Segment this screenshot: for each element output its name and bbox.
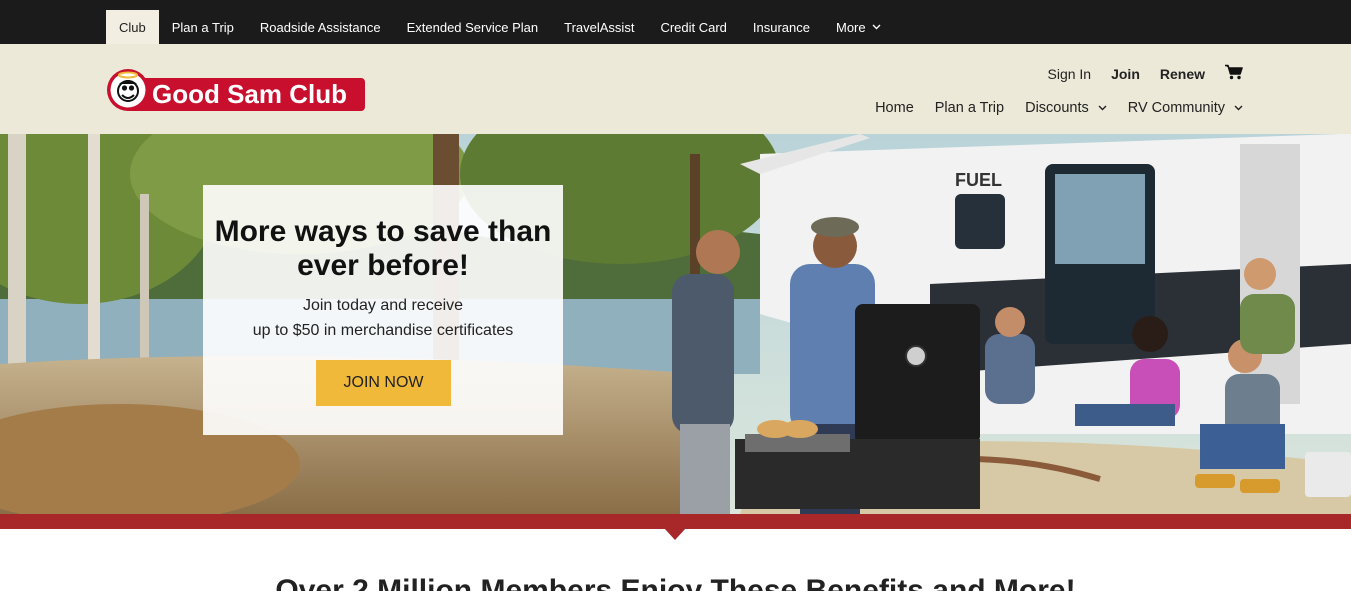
tab-label: More	[836, 19, 866, 35]
main-nav: Home Plan a Trip Discounts RV Community	[875, 100, 1243, 116]
join-link[interactable]: Join	[1111, 66, 1140, 82]
nav-home[interactable]: Home	[875, 100, 914, 116]
tab-credit-card[interactable]: Credit Card	[647, 10, 739, 44]
chevron-down-icon	[1234, 105, 1243, 111]
sign-in-link[interactable]: Sign In	[1048, 66, 1092, 82]
tab-roadside-assistance[interactable]: Roadside Assistance	[247, 10, 394, 44]
svg-text:FUEL: FUEL	[955, 170, 1002, 190]
hero-subtext: Join today and receive up to $50 in merc…	[203, 293, 563, 343]
hero-banner: FUEL More ways to save than ever before!…	[0, 134, 1351, 514]
tab-plan-a-trip[interactable]: Plan a Trip	[159, 10, 247, 44]
promo-card: More ways to save than ever before! Join…	[203, 185, 563, 435]
account-links: Sign In Join Renew	[1048, 64, 1244, 83]
accent-band	[0, 514, 1351, 529]
nav-discounts[interactable]: Discounts	[1025, 100, 1107, 116]
tab-travelassist[interactable]: TravelAssist	[551, 10, 647, 44]
hero-subtext-line-1: Join today and receive	[302, 297, 464, 314]
nav-label: RV Community	[1127, 100, 1225, 116]
tab-label: Club	[119, 19, 146, 35]
cart-icon[interactable]	[1225, 64, 1243, 83]
tab-label: Credit Card	[660, 19, 727, 35]
tab-label: Extended Service Plan	[406, 19, 539, 35]
tab-club[interactable]: Club	[106, 10, 159, 44]
nav-label: Home	[875, 100, 914, 116]
chevron-down-icon	[1098, 105, 1107, 111]
nav-plan-a-trip[interactable]: Plan a Trip	[935, 100, 1004, 116]
down-arrow-indicator	[664, 528, 686, 540]
top-nav: Club Plan a Trip Roadside Assistance Ext…	[106, 10, 894, 44]
tab-insurance[interactable]: Insurance	[740, 10, 823, 44]
join-now-button[interactable]: JOIN NOW	[316, 360, 451, 406]
renew-link[interactable]: Renew	[1160, 66, 1205, 82]
site-header: Good Sam Club Sign In Join Renew Home Pl…	[0, 44, 1351, 134]
hero-subtext-line-2: up to $50 in merchandise certificates	[252, 322, 514, 339]
logo-text: Good Sam Club	[152, 79, 347, 109]
nav-label: Discounts	[1025, 100, 1089, 116]
tab-label: Plan a Trip	[171, 19, 234, 35]
tab-more[interactable]: More	[823, 10, 894, 44]
tab-label: TravelAssist	[564, 19, 635, 35]
benefits-title: Over 2 Million Members Enjoy These Benef…	[275, 574, 1076, 591]
good-sam-club-logo[interactable]: Good Sam Club	[106, 68, 366, 112]
tab-label: Insurance	[752, 19, 810, 35]
top-bar: Club Plan a Trip Roadside Assistance Ext…	[0, 0, 1351, 44]
hero-headline: More ways to save than ever before!	[214, 215, 552, 282]
tab-extended-service-plan[interactable]: Extended Service Plan	[394, 10, 552, 44]
chevron-down-icon	[872, 24, 881, 30]
nav-label: Plan a Trip	[934, 100, 1005, 116]
nav-rv-community[interactable]: RV Community	[1128, 100, 1243, 116]
tab-label: Roadside Assistance	[259, 19, 381, 35]
